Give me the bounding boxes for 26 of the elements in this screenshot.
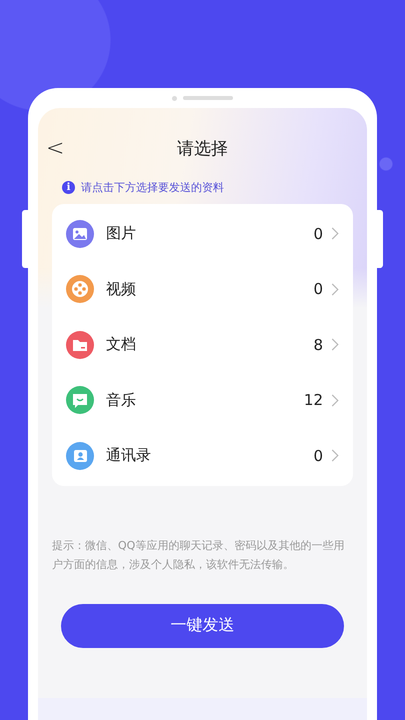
item-count: 8 — [313, 336, 323, 354]
category-item[interactable]: 通讯录 0 — [52, 428, 353, 484]
category-label: 文档 — [106, 335, 137, 354]
item-count: 0 — [313, 446, 323, 465]
chevron-icon — [331, 394, 339, 407]
item-count: 12 — [304, 391, 323, 410]
notice-text: 请点击下方选择要发送的资料 — [81, 180, 224, 194]
category-label: 视频 — [106, 280, 137, 299]
hint-text: 提示：微信、QQ等应用的聊天记录、密码以及其他的一些用户方面的信息，涉及个人隐私，该软件无法传输。 — [52, 538, 346, 572]
back-button[interactable]: < — [46, 136, 64, 160]
category-label: 音乐 — [106, 390, 137, 410]
chevron-icon — [331, 338, 339, 352]
chevron-icon — [331, 227, 339, 240]
send-button[interactable]: 一键发送 — [61, 604, 344, 648]
chevron-icon — [331, 449, 339, 462]
page-title: 请选择 — [177, 138, 228, 160]
category-item[interactable]: 音乐 12 — [52, 372, 353, 428]
item-count: 0 — [313, 224, 323, 243]
chevron-icon — [331, 282, 339, 296]
category-label: 图片 — [106, 224, 137, 244]
item-count: 0 — [313, 280, 323, 298]
category-item[interactable]: 图片 0 — [52, 206, 353, 262]
category-item[interactable]: 文档 8 — [52, 317, 353, 372]
category-label: 通讯录 — [106, 446, 152, 466]
category-item[interactable]: 视频 0 — [52, 262, 353, 317]
info-icon: i — [62, 180, 75, 194]
